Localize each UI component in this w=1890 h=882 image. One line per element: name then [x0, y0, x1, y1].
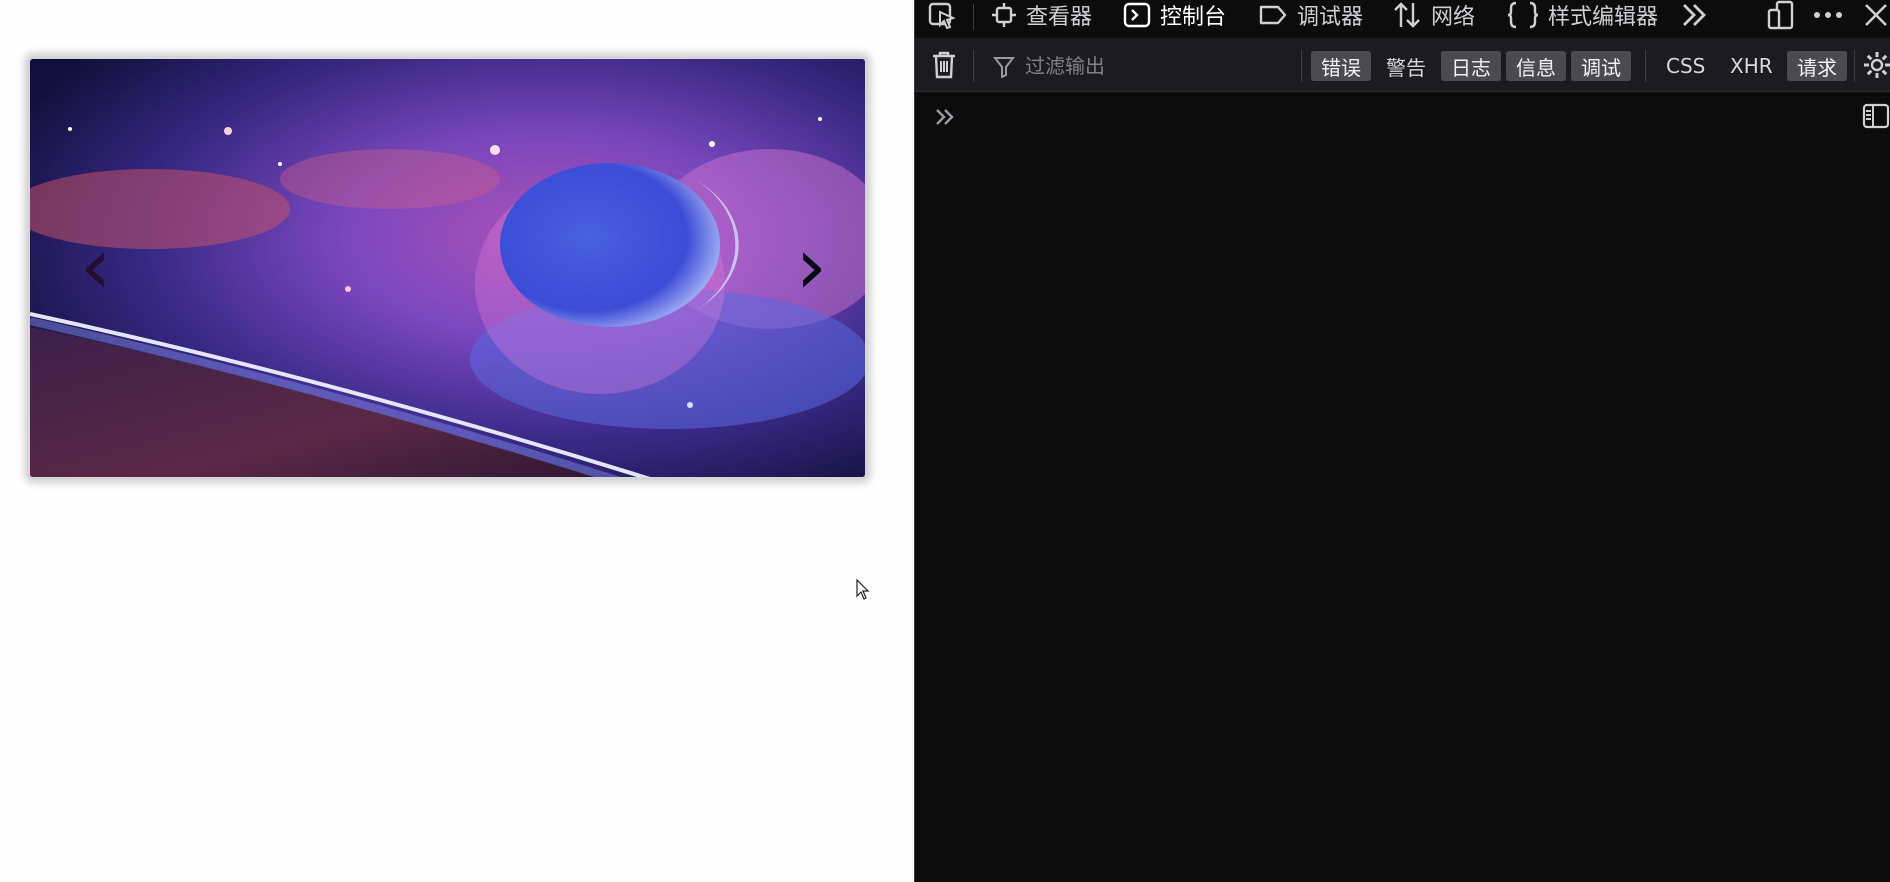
- console-toolbar: 错误 警告 日志 信息 调试 CSS XHR 请求: [915, 38, 1890, 92]
- tab-separator: [973, 4, 974, 30]
- more-options-button[interactable]: [1812, 0, 1844, 30]
- mouse-pointer-icon: [856, 579, 870, 600]
- filter-chip-info[interactable]: 信息: [1506, 51, 1566, 81]
- style-editor-icon: [1507, 1, 1539, 29]
- filter-chip-css[interactable]: CSS: [1656, 51, 1715, 81]
- gear-icon: [1864, 52, 1890, 78]
- next-slide-arrow[interactable]: ›: [796, 228, 827, 306]
- trash-icon: [933, 51, 955, 79]
- double-chevron-right-icon: [1683, 4, 1706, 26]
- filter-chip-logs[interactable]: 日志: [1441, 51, 1501, 81]
- filter-chip-warnings[interactable]: 警告: [1376, 51, 1436, 81]
- toolbar-separator: [1854, 50, 1855, 82]
- tab-debugger-label: 调试器: [1297, 5, 1364, 30]
- console-settings-button[interactable]: [1863, 51, 1890, 83]
- tab-inspector[interactable]: 查看器: [991, 0, 1092, 30]
- toggle-sidebar-button[interactable]: [1862, 103, 1890, 133]
- tab-console-label: 控制台: [1160, 5, 1227, 30]
- element-picker-icon: [928, 2, 956, 29]
- filter-chip-xhr[interactable]: XHR: [1720, 51, 1783, 81]
- toolbar-separator: [973, 50, 974, 82]
- tab-style-editor-label: 样式编辑器: [1548, 5, 1659, 30]
- devtools-panel: 查看器 控制台 调试器 网络 样式编辑器 过滤输出 错误 警告 日志 信息 调试…: [914, 0, 1890, 882]
- filter-chip-requests[interactable]: 请求: [1787, 51, 1847, 81]
- devtools-tab-bar: 查看器 控制台 调试器 网络 样式编辑器: [915, 0, 1890, 38]
- carousel-slide-image: [30, 59, 865, 477]
- debugger-icon: [1259, 5, 1287, 25]
- network-icon: [1394, 2, 1420, 28]
- filter-chip-debug[interactable]: 调试: [1571, 51, 1631, 81]
- responsive-design-button[interactable]: [1767, 0, 1795, 30]
- element-picker-button[interactable]: [927, 0, 957, 30]
- clear-console-button[interactable]: [931, 50, 957, 84]
- filter-chip-errors[interactable]: 错误: [1311, 51, 1371, 81]
- tab-network[interactable]: 网络: [1392, 0, 1475, 30]
- tab-style-editor[interactable]: 样式编辑器: [1507, 0, 1658, 30]
- console-input-prompt[interactable]: [933, 105, 957, 133]
- more-tabs-button[interactable]: [1680, 0, 1708, 30]
- close-devtools-button[interactable]: [1863, 0, 1889, 30]
- close-icon: [1865, 4, 1887, 26]
- tab-network-label: 网络: [1431, 5, 1476, 30]
- toolbar-separator: [1301, 50, 1302, 82]
- filter-output-input[interactable]: [997, 52, 1277, 80]
- double-chevron-right-icon: [936, 109, 954, 125]
- console-icon: [1123, 2, 1151, 28]
- tab-inspector-label: 查看器: [1026, 5, 1093, 30]
- inspector-icon: [992, 3, 1016, 27]
- responsive-mode-icon: [1767, 0, 1794, 30]
- tab-console[interactable]: 控制台: [1123, 0, 1226, 30]
- image-carousel: ‹ ›: [27, 56, 868, 480]
- web-page: ‹ ›: [0, 0, 914, 882]
- console-output-area[interactable]: [915, 93, 1890, 882]
- tab-debugger[interactable]: 调试器: [1258, 0, 1363, 30]
- sidebar-toggle-icon: [1862, 103, 1890, 129]
- previous-slide-arrow[interactable]: ‹: [80, 228, 111, 306]
- toolbar-separator: [1645, 50, 1646, 82]
- ellipsis-icon: [1814, 12, 1842, 18]
